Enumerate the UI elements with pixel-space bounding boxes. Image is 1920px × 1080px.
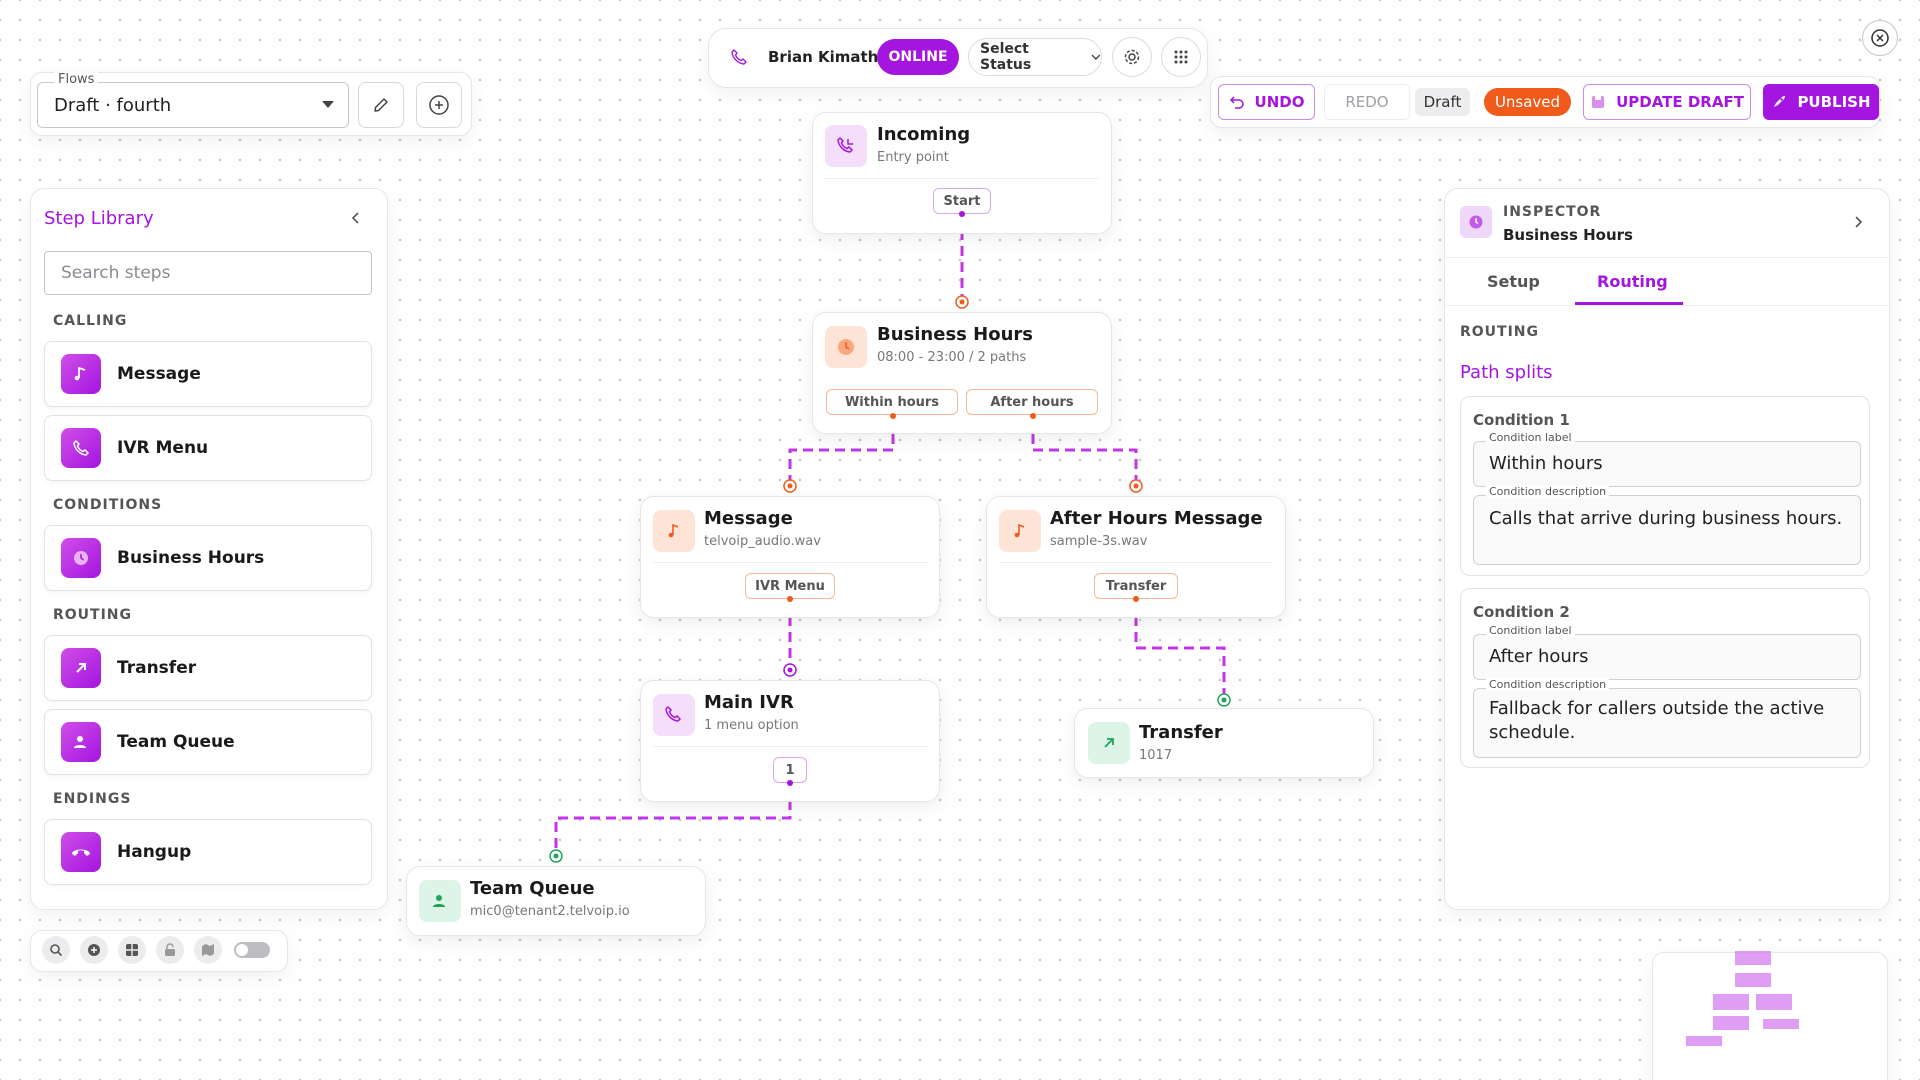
incoming-call-icon: [825, 125, 867, 167]
node-subtitle: sample-3s.wav: [1050, 534, 1148, 549]
condition-title: Condition 2: [1473, 603, 1570, 621]
path-splits-heading: Path splits: [1460, 362, 1553, 383]
node-title: Message: [704, 508, 793, 529]
node-title: Main IVR: [704, 692, 794, 713]
node-divider: [999, 562, 1273, 563]
port-dot: [787, 596, 793, 602]
minimap-node: [1735, 951, 1771, 965]
port-dot: [1030, 413, 1036, 419]
node-divider: [653, 562, 927, 563]
condition-description-value: Fallback for callers outside the active …: [1489, 698, 1825, 743]
music-note-icon: [653, 510, 695, 552]
field-caption: Condition description: [1486, 678, 1610, 691]
node-subtitle: 1017: [1139, 748, 1173, 763]
clock-icon: [825, 326, 867, 368]
collapse-inspector-button[interactable]: [1852, 214, 1864, 230]
node-subtitle: Entry point: [877, 150, 949, 165]
users-icon: [419, 880, 461, 922]
section-routing-label: ROUTING: [1460, 324, 1540, 340]
field-caption: Condition description: [1486, 485, 1610, 498]
field-caption: Condition label: [1486, 431, 1575, 444]
inspector-label: INSPECTOR: [1503, 204, 1602, 220]
minimap-node: [1756, 994, 1792, 1010]
arrow-up-right-icon: [1088, 722, 1130, 764]
port-dot: [959, 211, 965, 217]
node-title: Business Hours: [877, 324, 1033, 345]
node-subtitle: mic0@tenant2.telvoip.io: [470, 904, 630, 919]
port-after-hours[interactable]: After hours: [966, 389, 1098, 415]
tab-routing[interactable]: Routing: [1597, 272, 1668, 291]
condition-label-value: After hours: [1489, 646, 1589, 667]
inspector-subject: Business Hours: [1503, 226, 1633, 244]
port-within-hours[interactable]: Within hours: [826, 389, 958, 415]
node-title: After Hours Message: [1050, 508, 1263, 529]
node-subtitle: 1 menu option: [704, 718, 799, 733]
condition-title: Condition 1: [1473, 411, 1570, 429]
node-divider: [653, 746, 927, 747]
field-caption: Condition label: [1486, 624, 1575, 637]
port-dot: [1133, 596, 1139, 602]
music-note-icon: [999, 510, 1041, 552]
port-dot: [787, 780, 793, 786]
node-divider: [825, 178, 1099, 179]
node-subtitle: telvoip_audio.wav: [704, 534, 821, 549]
minimap-node: [1735, 973, 1771, 987]
minimap-node: [1763, 1019, 1799, 1029]
clock-icon: [1460, 206, 1492, 238]
divider: [1445, 305, 1889, 306]
port-dot: [890, 413, 896, 419]
chevron-right-icon: [1855, 216, 1863, 228]
node-title: Team Queue: [470, 878, 595, 899]
minimap-node: [1686, 1036, 1722, 1046]
node-subtitle: 08:00 - 23:00 / 2 paths: [877, 350, 1027, 365]
divider: [1445, 257, 1889, 258]
minimap-node: [1713, 994, 1749, 1010]
condition-label-value: Within hours: [1489, 453, 1603, 474]
minimap-node: [1713, 1016, 1749, 1030]
phone-menu-icon: [653, 694, 695, 736]
node-title: Transfer: [1139, 722, 1223, 743]
minimap[interactable]: [1652, 952, 1888, 1080]
condition-description-value: Calls that arrive during business hours.: [1489, 508, 1843, 529]
node-title: Incoming: [877, 124, 971, 145]
tab-setup[interactable]: Setup: [1487, 272, 1540, 291]
